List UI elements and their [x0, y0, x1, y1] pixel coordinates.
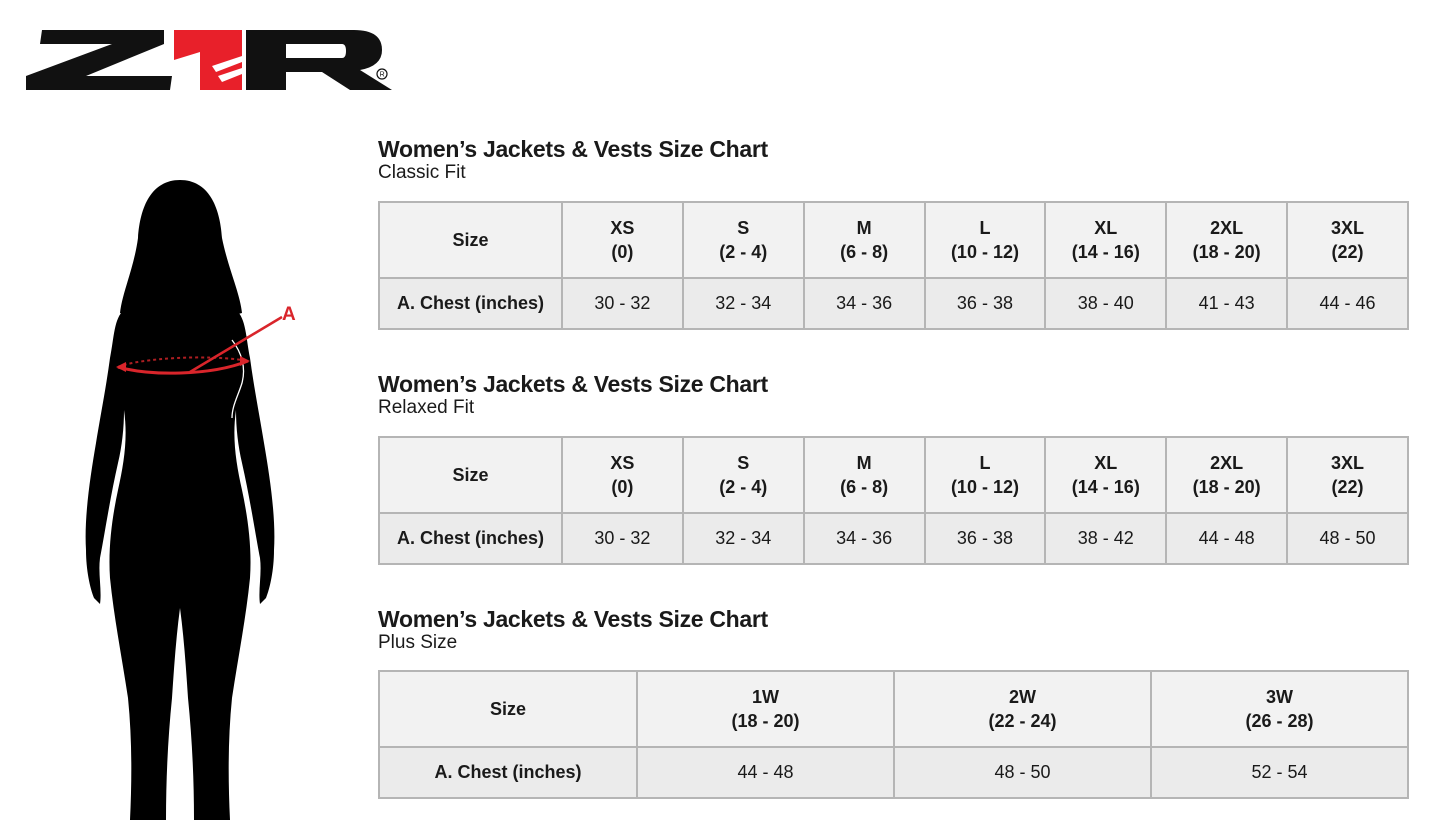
- size-header-cell: Size: [378, 670, 638, 748]
- section-subtitle: Relaxed Fit: [378, 397, 475, 418]
- size-chart-plus-size: Women’s Jackets & Vests Size Chart Plus …: [378, 606, 1409, 799]
- value-cell: 48 - 50: [893, 746, 1152, 799]
- size-cell: L (10 - 12): [923, 436, 1047, 514]
- value-cell: 41 - 43: [1165, 277, 1289, 330]
- size-cell: S (2 - 4): [681, 436, 805, 514]
- size-cell: M (6 - 8): [802, 436, 926, 514]
- size-cell: M (6 - 8): [802, 201, 926, 279]
- size-table: Size XS (0) S (2 - 4) M (6 - 8) L (10 - 12) …: [378, 201, 1409, 330]
- woman-silhouette: [85, 180, 283, 820]
- size-cell: 2XL (18 - 20): [1165, 436, 1289, 514]
- measure-label-a: A: [282, 304, 296, 325]
- size-cell: 3XL (22): [1286, 436, 1409, 514]
- size-cell: L (10 - 12): [923, 201, 1047, 279]
- size-header-cell: Size: [378, 201, 563, 279]
- value-cell: 32 - 34: [681, 512, 805, 565]
- table-header-row: Size XS (0) S (2 - 4) M (6 - 8) L (10 - 12) …: [378, 436, 1409, 514]
- section-title: Women’s Jackets & Vests Size Chart: [378, 606, 768, 632]
- value-cell: 34 - 36: [802, 512, 926, 565]
- size-cell: XL (14 - 16): [1044, 201, 1168, 279]
- svg-text:R: R: [380, 72, 385, 79]
- size-cell: 2W (22 - 24): [893, 670, 1152, 748]
- size-header-cell: Size: [378, 436, 563, 514]
- value-cell: 32 - 34: [681, 277, 805, 330]
- size-table: Size XS (0) S (2 - 4) M (6 - 8) L (10 - 12) …: [378, 436, 1409, 565]
- size-cell: 1W (18 - 20): [636, 670, 895, 748]
- value-cell: 30 - 32: [561, 512, 684, 565]
- value-cell: 36 - 38: [923, 277, 1047, 330]
- table-row-chest: A. Chest (inches) 30 - 32 32 - 34 34 - 3…: [378, 277, 1409, 330]
- section-subtitle: Plus Size: [378, 632, 458, 653]
- value-cell: 44 - 48: [1165, 512, 1289, 565]
- table-header-row: Size XS (0) S (2 - 4) M (6 - 8) L (10 - 12) …: [378, 201, 1409, 279]
- value-cell: 38 - 42: [1044, 512, 1168, 565]
- size-cell: XS (0): [561, 201, 684, 279]
- row-label: A. Chest (inches): [378, 746, 638, 799]
- z1r-logo: R: [26, 30, 392, 90]
- size-cell: S (2 - 4): [681, 201, 805, 279]
- size-cell: 3W (26 - 28): [1150, 670, 1409, 748]
- value-cell: 38 - 40: [1044, 277, 1168, 330]
- section-title: Women’s Jackets & Vests Size Chart: [378, 136, 768, 162]
- value-cell: 44 - 48: [636, 746, 895, 799]
- row-label: A. Chest (inches): [378, 277, 563, 330]
- size-cell: 3XL (22): [1286, 201, 1409, 279]
- value-cell: 44 - 46: [1286, 277, 1409, 330]
- size-chart-classic-fit: Women’s Jackets & Vests Size Chart Class…: [378, 136, 1409, 330]
- size-cell: XS (0): [561, 436, 684, 514]
- table-header-row: Size 1W (18 - 20) 2W (22 - 24) 3W (26 - 28): [378, 670, 1409, 748]
- table-row-chest: A. Chest (inches) 44 - 48 48 - 50 52 - 5…: [378, 746, 1409, 799]
- value-cell: 36 - 38: [923, 512, 1047, 565]
- table-row-chest: A. Chest (inches) 30 - 32 32 - 34 34 - 3…: [378, 512, 1409, 565]
- size-table: Size 1W (18 - 20) 2W (22 - 24) 3W (26 - 28)…: [378, 670, 1409, 799]
- section-title: Women’s Jackets & Vests Size Chart: [378, 371, 768, 397]
- value-cell: 48 - 50: [1286, 512, 1409, 565]
- row-label: A. Chest (inches): [378, 512, 563, 565]
- value-cell: 52 - 54: [1150, 746, 1409, 799]
- value-cell: 34 - 36: [802, 277, 926, 330]
- value-cell: 30 - 32: [561, 277, 684, 330]
- size-cell: 2XL (18 - 20): [1165, 201, 1289, 279]
- size-cell: XL (14 - 16): [1044, 436, 1168, 514]
- size-chart-relaxed-fit: Women’s Jackets & Vests Size Chart Relax…: [378, 371, 1409, 565]
- section-subtitle: Classic Fit: [378, 162, 466, 183]
